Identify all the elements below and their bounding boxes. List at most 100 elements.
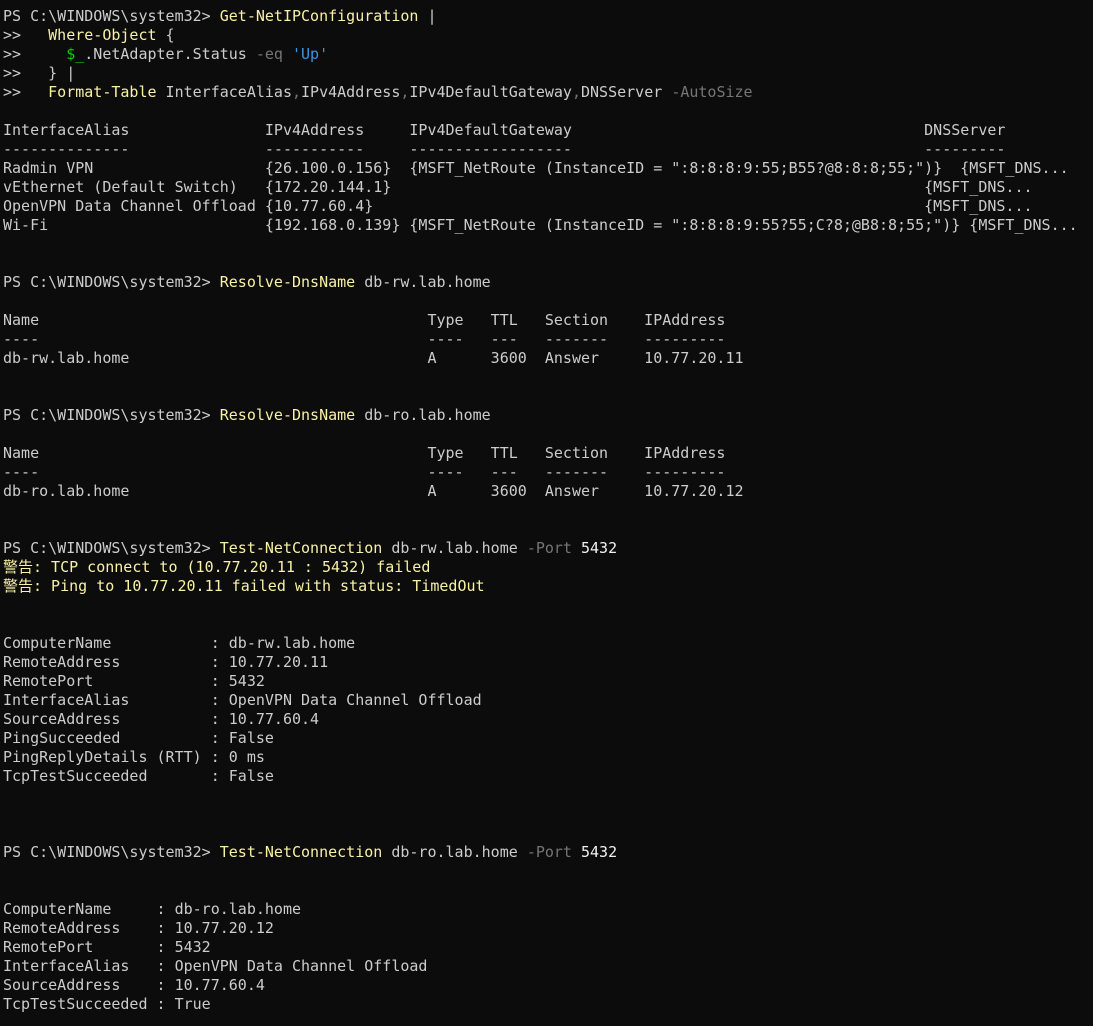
terminal-output[interactable]: PS C:\WINDOWS\system32> Get-NetIPConfigu… [3, 7, 1091, 1014]
terminal-text-segment: PS C:\WINDOWS\system32> [3, 7, 220, 25]
terminal-text-segment: PS C:\WINDOWS\system32> [3, 843, 220, 861]
terminal-text-segment: TcpTestSucceeded : False [3, 767, 274, 785]
terminal-line: ---- ---- --- ------- --------- [3, 463, 1091, 482]
terminal-text-segment: >> [3, 83, 49, 101]
terminal-line: PingSucceeded : False [3, 729, 1091, 748]
terminal-text-segment: ComputerName : db-rw.lab.home [3, 634, 356, 652]
terminal-text-segment: IPv4Address [301, 83, 401, 101]
terminal-text-segment: db-rw.lab.home A 3600 Answer 10.77.20.11 [3, 349, 744, 367]
terminal-text-segment: InterfaceAlias : OpenVPN Data Channel Of… [3, 691, 482, 709]
terminal-line: >> Where-Object { [3, 26, 1091, 45]
terminal-text-segment: PS C:\WINDOWS\system32> [3, 406, 220, 424]
terminal-text-segment: , [571, 83, 581, 101]
terminal-text-segment: Where-Object [48, 26, 157, 44]
terminal-line: InterfaceAlias : OpenVPN Data Channel Of… [3, 691, 1091, 710]
terminal-line: Name Type TTL Section IPAddress [3, 311, 1091, 330]
terminal-text-segment: 5432 [581, 539, 618, 557]
terminal-text-segment: SourceAddress : 10.77.60.4 [3, 710, 320, 728]
terminal-text-segment: TcpTestSucceeded : True [3, 995, 211, 1013]
terminal-text-segment: db-ro.lab.home A 3600 Answer 10.77.20.12 [3, 482, 744, 500]
terminal-text-segment: , [292, 83, 302, 101]
terminal-text-segment: PingReplyDetails (RTT) : 0 ms [3, 748, 265, 766]
terminal-line: 警告: Ping to 10.77.20.11 failed with stat… [3, 577, 1091, 596]
terminal-line: RemoteAddress : 10.77.20.12 [3, 919, 1091, 938]
terminal-line: InterfaceAlias : OpenVPN Data Channel Of… [3, 957, 1091, 976]
terminal-text-segment: { [156, 26, 175, 44]
terminal-text-segment: -Port [526, 843, 572, 861]
terminal-text-segment: $_ [66, 45, 85, 63]
terminal-text-segment: InterfaceAlias IPv4Address IPv4DefaultGa… [3, 121, 1006, 139]
terminal-line: TcpTestSucceeded : True [3, 995, 1091, 1014]
terminal-text-segment: | [418, 7, 437, 25]
terminal-line: ComputerName : db-ro.lab.home [3, 900, 1091, 919]
terminal-text-segment: db-rw.lab.home [382, 539, 527, 557]
terminal-text-segment: OpenVPN Data Channel Offload {10.77.60.4… [3, 197, 1033, 215]
terminal-line: TcpTestSucceeded : False [3, 767, 1091, 786]
terminal-line: Radmin VPN {26.100.0.156} {MSFT_NetRoute… [3, 159, 1091, 178]
terminal-text-segment: -------------- ----------- -------------… [3, 140, 1006, 158]
terminal-text-segment: RemoteAddress : 10.77.20.11 [3, 653, 329, 671]
terminal-line: SourceAddress : 10.77.60.4 [3, 710, 1091, 729]
terminal-line: PS C:\WINDOWS\system32> Test-NetConnecti… [3, 539, 1091, 558]
terminal-text-segment: Name Type TTL Section IPAddress [3, 444, 726, 462]
terminal-text-segment: vEthernet (Default Switch) {172.20.144.1… [3, 178, 1033, 196]
terminal-text-segment: >> [3, 26, 49, 44]
terminal-text-segment: DNSServer [581, 83, 672, 101]
terminal-text-segment: PS C:\WINDOWS\system32> [3, 539, 220, 557]
terminal-line: >> $_.NetAdapter.Status -eq 'Up' [3, 45, 1091, 64]
terminal-text-segment: 警告: TCP connect to (10.77.20.11 : 5432) … [3, 558, 431, 576]
terminal-text-segment: 'Up' [292, 45, 329, 63]
terminal-line: PS C:\WINDOWS\system32> Get-NetIPConfigu… [3, 7, 1091, 26]
terminal-text-segment: Format-Table [48, 83, 157, 101]
terminal-text-segment: ComputerName : db-ro.lab.home [3, 900, 302, 918]
terminal-line: Name Type TTL Section IPAddress [3, 444, 1091, 463]
terminal-text-segment: Radmin VPN {26.100.0.156} {MSFT_NetRoute… [3, 159, 1069, 177]
terminal-text-segment: 警告: Ping to 10.77.20.11 failed with stat… [3, 577, 485, 595]
terminal-line: -------------- ----------- -------------… [3, 140, 1091, 159]
terminal-line: SourceAddress : 10.77.60.4 [3, 976, 1091, 995]
terminal-text-segment: SourceAddress : 10.77.60.4 [3, 976, 265, 994]
terminal-text-segment: .NetAdapter.Status [84, 45, 256, 63]
terminal-text-segment: InterfaceAlias : OpenVPN Data Channel Of… [3, 957, 428, 975]
terminal-line: PS C:\WINDOWS\system32> Test-NetConnecti… [3, 843, 1091, 862]
terminal-text-segment: db-ro.lab.home [355, 406, 491, 424]
terminal-line: >> } | [3, 64, 1091, 83]
terminal-line: RemotePort : 5432 [3, 938, 1091, 957]
terminal-line: PS C:\WINDOWS\system32> Resolve-DnsName … [3, 273, 1091, 292]
terminal-text-segment: Name Type TTL Section IPAddress [3, 311, 726, 329]
terminal-line: Wi-Fi {192.168.0.139} {MSFT_NetRoute (In… [3, 216, 1091, 235]
terminal-text-segment: Test-NetConnection [219, 843, 383, 861]
terminal-line: vEthernet (Default Switch) {172.20.144.1… [3, 178, 1091, 197]
terminal-text-segment: PingSucceeded : False [3, 729, 274, 747]
terminal-text-segment: RemotePort : 5432 [3, 938, 211, 956]
terminal-text-segment: >> [3, 45, 67, 63]
terminal-text-segment: IPv4DefaultGateway [409, 83, 572, 101]
terminal-text-segment: RemotePort : 5432 [3, 672, 265, 690]
terminal-line: RemotePort : 5432 [3, 672, 1091, 691]
terminal-line: RemoteAddress : 10.77.20.11 [3, 653, 1091, 672]
terminal-line: db-ro.lab.home A 3600 Answer 10.77.20.12 [3, 482, 1091, 501]
terminal-text-segment: PS C:\WINDOWS\system32> [3, 273, 220, 291]
terminal-line: db-rw.lab.home A 3600 Answer 10.77.20.11 [3, 349, 1091, 368]
terminal-text-segment: Test-NetConnection [219, 539, 383, 557]
terminal-line: PS C:\WINDOWS\system32> Resolve-DnsName … [3, 406, 1091, 425]
terminal-text-segment: RemoteAddress : 10.77.20.12 [3, 919, 274, 937]
terminal-text-segment: Resolve-DnsName [219, 406, 356, 424]
terminal-text-segment: -AutoSize [671, 83, 753, 101]
